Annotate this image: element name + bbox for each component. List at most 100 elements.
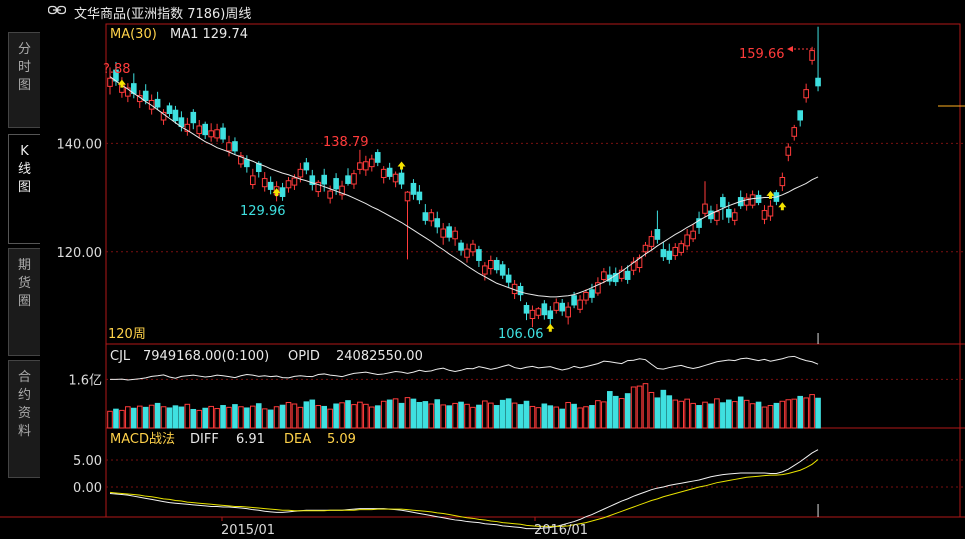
volume-bar [809, 394, 815, 429]
volume-bar [309, 399, 316, 429]
candle-body [535, 308, 542, 316]
candle-body [142, 90, 149, 101]
volume-bar [583, 406, 589, 429]
volume-bar [154, 402, 161, 429]
volume-bar [714, 398, 720, 429]
opid-label: OPID [288, 349, 320, 364]
volume-bar [327, 408, 333, 429]
volume-bar [660, 389, 667, 429]
volume-bar [493, 405, 500, 429]
candle-body [267, 181, 274, 190]
volume-bar [696, 405, 702, 429]
candle-body [470, 243, 476, 253]
candle-body [589, 289, 595, 298]
candle-body [624, 270, 631, 280]
candle-body [327, 190, 333, 199]
candle-body [577, 299, 583, 310]
ma30-line [109, 76, 819, 298]
volume-bar [172, 405, 179, 429]
volume-bar [642, 383, 649, 429]
volume-bar [470, 406, 476, 429]
candle-body [398, 172, 405, 185]
volume-bar [618, 398, 625, 429]
volume-y-tick: 1.6亿 [68, 373, 102, 388]
volume-bar [571, 403, 577, 429]
volume-bar [553, 406, 560, 429]
volume-bar [499, 399, 506, 429]
volume-bar [458, 401, 464, 429]
volume-bar [351, 404, 357, 429]
candle-body [803, 89, 809, 99]
volume-bar [523, 400, 530, 429]
period-label: 120周 [108, 327, 146, 342]
volume-bar [654, 397, 661, 429]
volume-bar [779, 400, 786, 429]
candle-body [244, 159, 250, 168]
volume-bar [434, 399, 441, 429]
diff-value: 6.91 [236, 432, 265, 447]
volume-bar [267, 409, 274, 429]
volume-bar [630, 386, 637, 429]
macd-y-tick: 5.00 [73, 454, 102, 469]
candle-body [648, 236, 655, 247]
candle-body [178, 117, 185, 128]
candle-body [333, 178, 339, 190]
volume-bar [559, 408, 566, 429]
candle-body [404, 191, 411, 202]
candle-body [559, 302, 566, 312]
candle-body [601, 271, 607, 280]
volume-bar [357, 401, 363, 429]
volume-bar [607, 391, 613, 429]
candle-body [684, 234, 690, 247]
plot-frame [105, 23, 961, 518]
volume-bar [107, 410, 113, 429]
volume-bar [755, 401, 762, 429]
volume-bar [428, 403, 435, 429]
volume-bar [547, 405, 554, 429]
candle-body [422, 212, 429, 221]
volume-bar [803, 397, 809, 429]
candle-body [779, 176, 786, 187]
candle-body [374, 152, 381, 163]
annotation-high: 138.79 [323, 135, 369, 150]
candle-body [458, 242, 464, 251]
candle-body [690, 230, 696, 240]
candle-body [583, 291, 589, 301]
volume-bar [720, 402, 726, 429]
volume-bar [208, 405, 214, 429]
candle-body [208, 130, 214, 138]
price-y-tick: 120.00 [57, 246, 103, 261]
volume-bar [464, 403, 470, 429]
volume-bar [476, 404, 482, 429]
candle-body [565, 306, 571, 318]
volume-bar [452, 402, 458, 429]
candle-body [797, 110, 804, 121]
candle-body [476, 249, 482, 261]
dea-label: DEA [284, 432, 311, 447]
volume-bar [119, 409, 125, 429]
volume-bar [142, 406, 149, 429]
candle-body [202, 123, 208, 136]
candle-body [482, 265, 488, 275]
candle-body [380, 168, 387, 178]
candle-body [553, 302, 560, 311]
volume-bar [160, 406, 167, 429]
candles [107, 26, 821, 328]
volume-bar [339, 402, 345, 429]
candle-body [523, 304, 530, 314]
macd-label: MACD战法 [110, 432, 175, 447]
candle-body [767, 205, 774, 217]
diff-label: DIFF [190, 432, 219, 447]
volume-bar [374, 405, 381, 429]
macd-y-tick: 0.00 [73, 481, 102, 496]
arrow-up-icon [397, 161, 406, 170]
volume-bar [737, 396, 744, 429]
volume-bar [226, 406, 232, 429]
candle-body [297, 168, 304, 178]
annotation-high: 159.66 [739, 47, 785, 62]
candle-body [446, 226, 452, 238]
volume-bar [601, 401, 607, 429]
cjl-label: CJL [110, 349, 131, 364]
candle-body [464, 248, 470, 258]
x-tick-label: 2016/01 [534, 523, 588, 538]
